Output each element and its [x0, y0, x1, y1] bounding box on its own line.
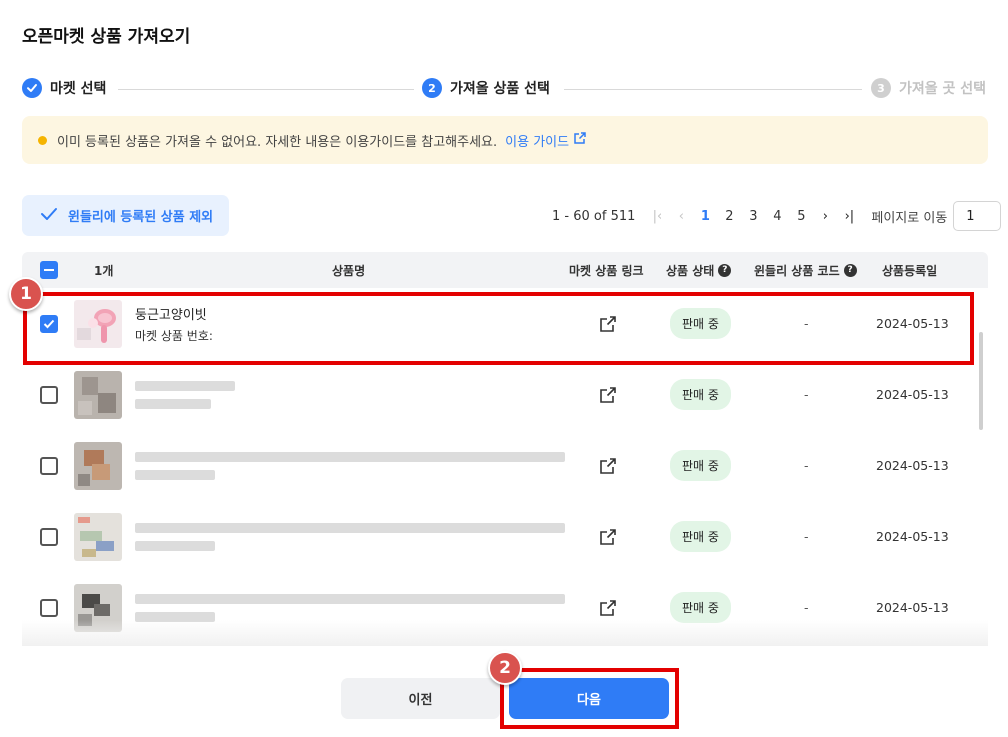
status-badge: 판매 중 — [670, 359, 731, 430]
notice-banner: 이미 등록된 상품은 가져올 수 없어요. 자세한 내용은 이용가이드를 참고해… — [22, 116, 988, 164]
guide-link-label: 이용 가이드 — [505, 134, 570, 150]
unchecked-box — [40, 527, 58, 546]
step-marker-2: 2 — [488, 651, 522, 685]
page-range: 1 - 60 of 511 — [552, 208, 636, 224]
unchecked-box — [40, 456, 58, 475]
row-checkbox[interactable] — [40, 359, 58, 430]
stepper: 마켓 선택 2 가져올 상품 선택 3 가져올 곳 선택 — [22, 78, 988, 100]
pagination: 1 - 60 of 511 |‹ ‹ 1 2 3 4 5 › ›| 페이지로 이… — [552, 201, 1002, 231]
prev-page-icon[interactable]: ‹ — [669, 209, 693, 224]
registered-date: 2024-05-13 — [876, 458, 949, 473]
external-link-icon[interactable] — [598, 430, 618, 501]
status-badge: 판매 중 — [670, 430, 731, 501]
info-dot-icon — [38, 135, 47, 145]
col-product-name: 상품명 — [332, 263, 366, 278]
status-badge-label: 판매 중 — [670, 379, 731, 410]
step-number: 3 — [871, 78, 891, 98]
unchecked-box — [40, 385, 58, 404]
table-scrollbar[interactable] — [979, 332, 983, 430]
product-name-cell-blurred — [135, 430, 565, 501]
page-number-input[interactable] — [953, 201, 1002, 231]
goto-label: 페이지로 이동 — [871, 210, 948, 226]
product-name-cell-blurred — [135, 359, 235, 430]
step-market-select: 마켓 선택 — [22, 78, 106, 98]
col-code: 윈들리 상품 코드? — [754, 252, 857, 288]
registered-date: 2024-05-13 — [876, 529, 949, 544]
table-row[interactable]: 판매 중 - 2024-05-13 — [22, 501, 988, 572]
partial-check-icon — [40, 261, 58, 279]
product-code: - — [804, 387, 809, 402]
step-divider — [564, 89, 862, 90]
notice-text: 이미 등록된 상품은 가져올 수 없어요. 자세한 내용은 이용가이드를 참고해… — [57, 134, 498, 150]
help-icon[interactable]: ? — [843, 263, 857, 277]
external-link-icon[interactable] — [598, 359, 618, 430]
status-badge-label: 판매 중 — [670, 592, 731, 623]
product-thumbnail — [74, 501, 122, 572]
row-checkbox[interactable] — [40, 501, 58, 572]
step-product-select: 2 가져올 상품 선택 — [422, 78, 550, 98]
product-code: - — [804, 529, 809, 544]
external-link-icon — [573, 131, 587, 149]
prev-button[interactable]: 이전 — [341, 678, 500, 719]
col-status-label: 상품 상태 — [666, 263, 715, 278]
check-icon — [22, 78, 42, 98]
status-badge-label: 판매 중 — [670, 521, 731, 552]
col-code-label: 윈들리 상품 코드 — [754, 263, 840, 278]
row-checkbox[interactable] — [40, 430, 58, 501]
registered-date: 2024-05-13 — [876, 387, 949, 402]
exclude-registered-toggle[interactable]: 윈들리에 등록된 상품 제외 — [22, 195, 229, 236]
col-status: 상품 상태? — [666, 252, 732, 288]
filter-label: 윈들리에 등록된 상품 제외 — [68, 210, 214, 225]
table-row[interactable]: 판매 중 - 2024-05-13 — [22, 430, 988, 501]
unchecked-box — [40, 598, 58, 617]
page-1[interactable]: 1 — [693, 209, 717, 224]
step-destination-select: 3 가져올 곳 선택 — [871, 78, 986, 98]
check-icon — [40, 207, 58, 225]
product-thumbnail — [74, 430, 122, 501]
status-badge-label: 판매 중 — [670, 450, 731, 481]
selected-count: 1개 — [94, 263, 114, 278]
guide-link[interactable]: 이용 가이드 — [505, 131, 587, 150]
highlight-next-button — [500, 668, 679, 729]
next-page-icon[interactable]: › — [813, 209, 837, 224]
external-link-icon[interactable] — [598, 501, 618, 572]
product-thumbnail — [74, 359, 122, 430]
first-page-icon[interactable]: |‹ — [645, 209, 669, 224]
step-divider — [118, 89, 414, 90]
product-name-cell-blurred — [135, 501, 565, 572]
select-all-checkbox[interactable] — [40, 252, 58, 288]
highlight-selected-row — [23, 292, 974, 365]
status-badge: 판매 중 — [670, 501, 731, 572]
page-3[interactable]: 3 — [741, 209, 765, 224]
help-icon[interactable]: ? — [718, 263, 732, 277]
step-marker-1: 1 — [9, 277, 43, 311]
table-bottom-fade — [22, 620, 988, 646]
col-date: 상품등록일 — [882, 263, 938, 278]
step-label: 가져올 곳 선택 — [899, 81, 987, 97]
table-row[interactable]: 판매 중 - 2024-05-13 — [22, 359, 988, 430]
table-header: 1개 상품명 마켓 상품 링크 상품 상태? 윈들리 상품 코드? 상품등록일 — [22, 252, 988, 288]
dialog-title: 오픈마켓 상품 가져오기 — [22, 27, 191, 47]
step-label: 가져올 상품 선택 — [450, 81, 550, 97]
step-number: 2 — [422, 78, 442, 98]
product-code: - — [804, 458, 809, 473]
page-5[interactable]: 5 — [789, 209, 813, 224]
col-market-link: 마켓 상품 링크 — [569, 263, 644, 278]
last-page-icon[interactable]: ›| — [837, 209, 861, 224]
page-2[interactable]: 2 — [717, 209, 741, 224]
step-label: 마켓 선택 — [50, 81, 107, 97]
page-4[interactable]: 4 — [765, 209, 789, 224]
